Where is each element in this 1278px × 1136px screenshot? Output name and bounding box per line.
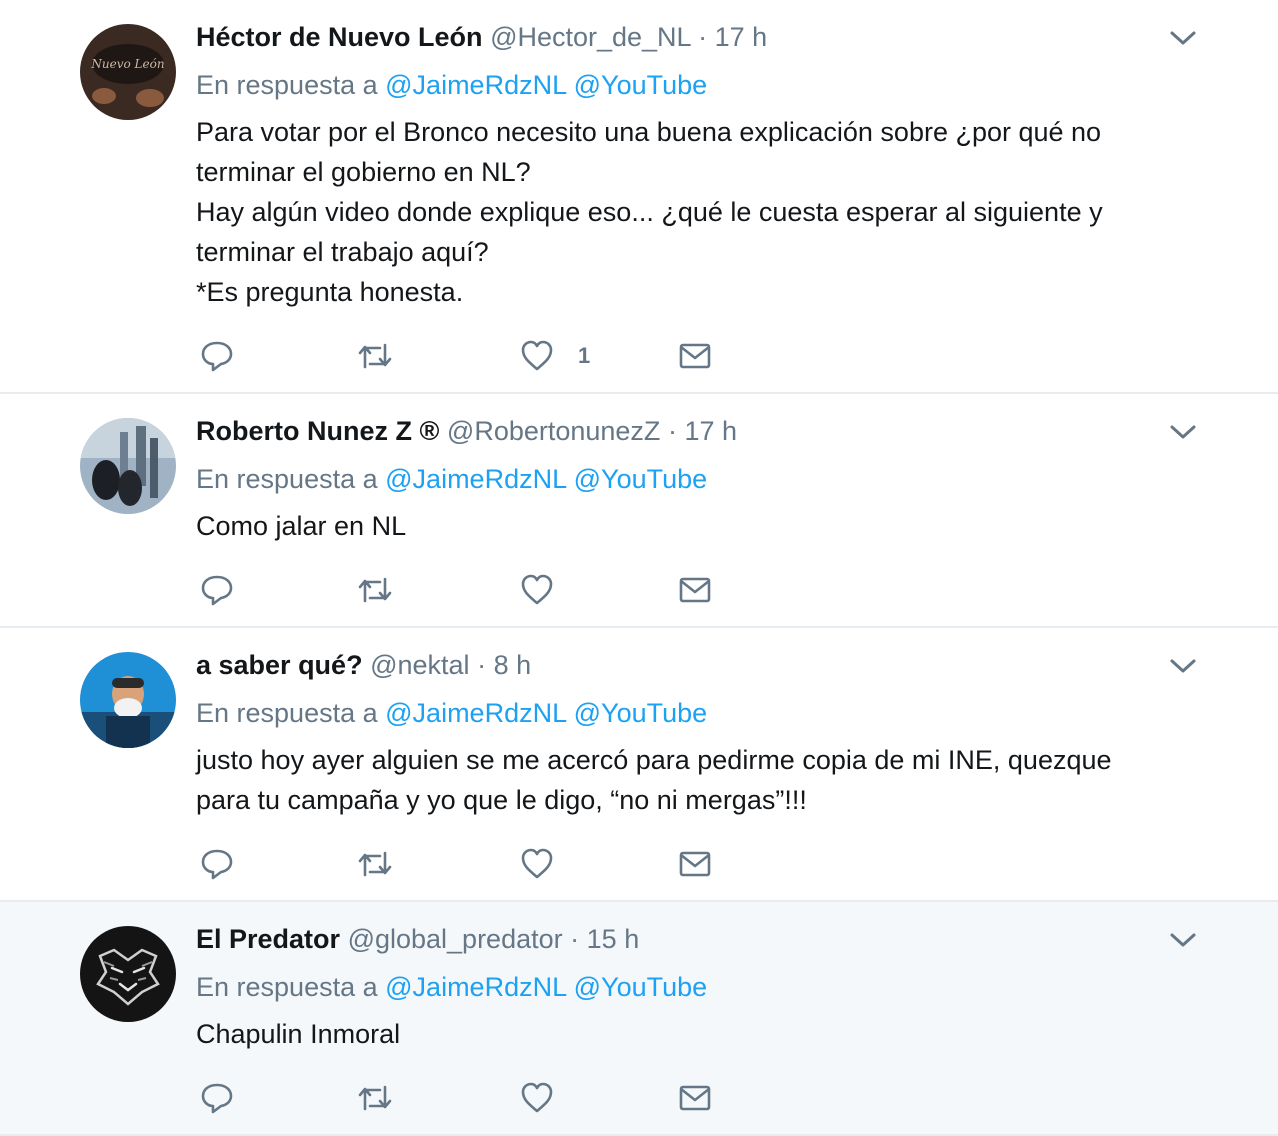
reply-prefix: En respuesta a <box>196 70 378 100</box>
reply-context: En respuesta a @JaimeRdzNL @YouTube <box>196 968 1158 1006</box>
chevron-down-icon[interactable] <box>1168 420 1198 444</box>
user-handle[interactable]: @RobertonunezZ <box>447 416 661 446</box>
tweet-text-line: *Es pregunta honesta. <box>196 277 464 307</box>
tweet-timestamp[interactable]: 8 h <box>494 650 532 680</box>
tweet-header: Roberto Nunez Z ® @RobertonunezZ · 17 h <box>196 412 1158 450</box>
retweet-button[interactable] <box>356 336 394 376</box>
tweet-text-line: justo hoy ayer alguien se me acercó para… <box>196 745 1112 815</box>
mention-link[interactable]: @JaimeRdzNL <box>385 70 566 100</box>
chevron-down-icon[interactable] <box>1168 928 1198 952</box>
retweet-button[interactable] <box>356 570 394 610</box>
envelope-icon <box>679 1085 711 1111</box>
tweet-timeline: Nuevo León Héctor de Nuevo León @Hector_… <box>0 0 1278 1136</box>
tweet-header: a saber qué? @nektal · 8 h <box>196 646 1158 684</box>
retweet-icon <box>358 343 392 369</box>
tweet-content: a saber qué? @nektal · 8 h En respuesta … <box>196 646 1158 820</box>
tweet-text: Como jalar en NL <box>196 506 1158 546</box>
reply-context: En respuesta a @JaimeRdzNL @YouTube <box>196 460 1158 498</box>
mention-link[interactable]: @YouTube <box>574 70 708 100</box>
mention-link[interactable]: @JaimeRdzNL <box>385 972 566 1002</box>
mention-link[interactable]: @YouTube <box>574 464 708 494</box>
envelope-icon <box>679 343 711 369</box>
user-handle[interactable]: @Hector_de_NL <box>490 22 691 52</box>
tweet-header: Héctor de Nuevo León @Hector_de_NL · 17 … <box>196 18 1158 56</box>
chevron-down-icon[interactable] <box>1168 654 1198 678</box>
user-fullname[interactable]: El Predator <box>196 924 340 954</box>
user-fullname[interactable]: Héctor de Nuevo León <box>196 22 483 52</box>
mention-link[interactable]: @YouTube <box>574 972 708 1002</box>
tweet[interactable]: Roberto Nunez Z ® @RobertonunezZ · 17 h … <box>0 394 1278 628</box>
direct-message-button[interactable] <box>678 336 712 376</box>
tweet-text: Chapulin Inmoral <box>196 1014 1158 1054</box>
tweet[interactable]: a saber qué? @nektal · 8 h En respuesta … <box>0 628 1278 902</box>
separator-dot: · <box>698 22 708 52</box>
reply-context: En respuesta a @JaimeRdzNL @YouTube <box>196 66 1158 104</box>
avatar[interactable] <box>80 652 176 748</box>
user-fullname[interactable]: a saber qué? <box>196 650 363 680</box>
avatar[interactable]: Nuevo León <box>80 24 176 120</box>
reply-context: En respuesta a @JaimeRdzNL @YouTube <box>196 694 1158 732</box>
tweet-content: El Predator @global_predator · 15 h En r… <box>196 920 1158 1054</box>
reply-prefix: En respuesta a <box>196 464 378 494</box>
tweet-timestamp[interactable]: 15 h <box>587 924 640 954</box>
tweet-timestamp[interactable]: 17 h <box>684 416 737 446</box>
separator-dot: · <box>570 924 580 954</box>
tweet[interactable]: El Predator @global_predator · 15 h En r… <box>0 902 1278 1136</box>
tweet-content: Héctor de Nuevo León @Hector_de_NL · 17 … <box>196 18 1158 312</box>
reply-icon <box>201 341 233 372</box>
direct-message-button[interactable] <box>678 844 712 884</box>
direct-message-button[interactable] <box>678 570 712 610</box>
like-button[interactable] <box>520 570 578 610</box>
tweet-header: El Predator @global_predator · 15 h <box>196 920 1158 958</box>
like-button[interactable]: 1 <box>520 336 590 376</box>
tweet-timestamp[interactable]: 17 h <box>715 22 768 52</box>
heart-icon <box>521 340 553 371</box>
retweet-button[interactable] <box>356 1078 394 1118</box>
envelope-icon <box>679 851 711 877</box>
like-count: 1 <box>578 343 591 368</box>
user-fullname[interactable]: Roberto Nunez Z ® <box>196 416 439 446</box>
chevron-down-icon[interactable] <box>1168 26 1198 50</box>
direct-message-button[interactable] <box>678 1078 712 1118</box>
user-handle[interactable]: @global_predator <box>348 924 563 954</box>
tweet[interactable]: Nuevo León Héctor de Nuevo León @Hector_… <box>0 0 1278 394</box>
avatar[interactable] <box>80 926 176 1022</box>
retweet-icon <box>358 851 392 877</box>
tweet-text: justo hoy ayer alguien se me acercó para… <box>196 740 1158 820</box>
tweet-text-line: Como jalar en NL <box>196 511 407 541</box>
avatar[interactable] <box>80 418 176 514</box>
user-handle[interactable]: @nektal <box>370 650 469 680</box>
envelope-icon <box>679 577 711 603</box>
tweet-text-line: Para votar por el Bronco necesito una bu… <box>196 117 1102 187</box>
separator-dot: · <box>477 650 487 680</box>
retweet-icon <box>358 1085 392 1111</box>
heart-icon <box>521 1082 553 1113</box>
reply-button[interactable] <box>200 336 234 376</box>
mention-link[interactable]: @YouTube <box>574 698 708 728</box>
like-button[interactable] <box>520 1078 578 1118</box>
mention-link[interactable]: @JaimeRdzNL <box>385 698 566 728</box>
svg-text:Nuevo León: Nuevo León <box>90 57 164 71</box>
heart-icon <box>521 848 553 879</box>
reply-button[interactable] <box>200 844 234 884</box>
reply-icon <box>201 575 233 606</box>
like-button[interactable] <box>520 844 578 884</box>
tweet-content: Roberto Nunez Z ® @RobertonunezZ · 17 h … <box>196 412 1158 546</box>
mention-link[interactable]: @JaimeRdzNL <box>385 464 566 494</box>
reply-button[interactable] <box>200 1078 234 1118</box>
retweet-button[interactable] <box>356 844 394 884</box>
reply-prefix: En respuesta a <box>196 698 378 728</box>
heart-icon <box>521 574 553 605</box>
reply-icon <box>201 1083 233 1114</box>
reply-prefix: En respuesta a <box>196 972 378 1002</box>
reply-button[interactable] <box>200 570 234 610</box>
tweet-text-line: Chapulin Inmoral <box>196 1019 401 1049</box>
separator-dot: · <box>667 416 677 446</box>
reply-icon <box>201 849 233 880</box>
tweet-text-line: Hay algún video donde explique eso... ¿q… <box>196 197 1103 267</box>
tweet-text: Para votar por el Bronco necesito una bu… <box>196 112 1158 312</box>
retweet-icon <box>358 577 392 603</box>
